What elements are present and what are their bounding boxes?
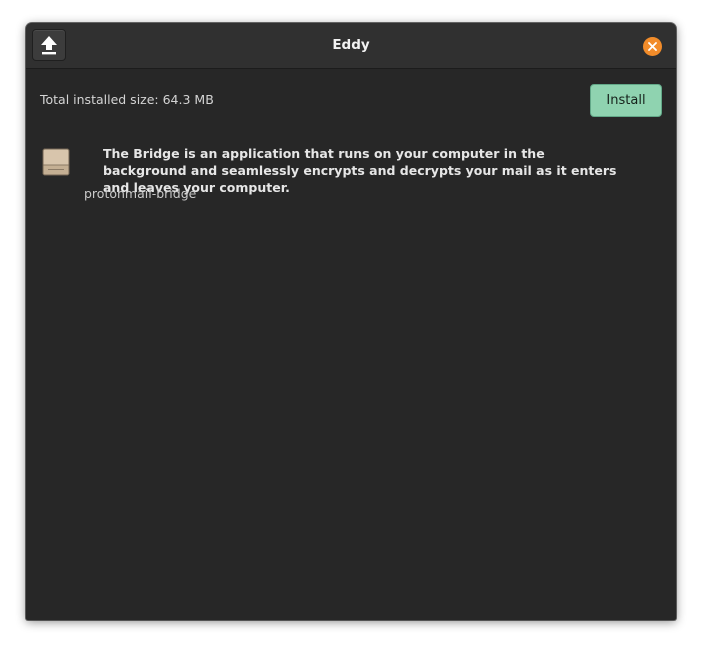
total-installed-size: Total installed size: 64.3 MB bbox=[40, 92, 214, 107]
package-box-icon bbox=[42, 148, 70, 176]
close-icon bbox=[648, 42, 657, 51]
title-bar: Eddy bbox=[26, 23, 676, 69]
close-button[interactable] bbox=[643, 37, 662, 56]
eddy-window: Eddy Total installed size: 64.3 MB Insta… bbox=[26, 23, 676, 620]
install-button[interactable]: Install bbox=[590, 84, 662, 117]
window-title: Eddy bbox=[332, 37, 370, 53]
package-name: protonmail-bridge bbox=[84, 186, 197, 201]
